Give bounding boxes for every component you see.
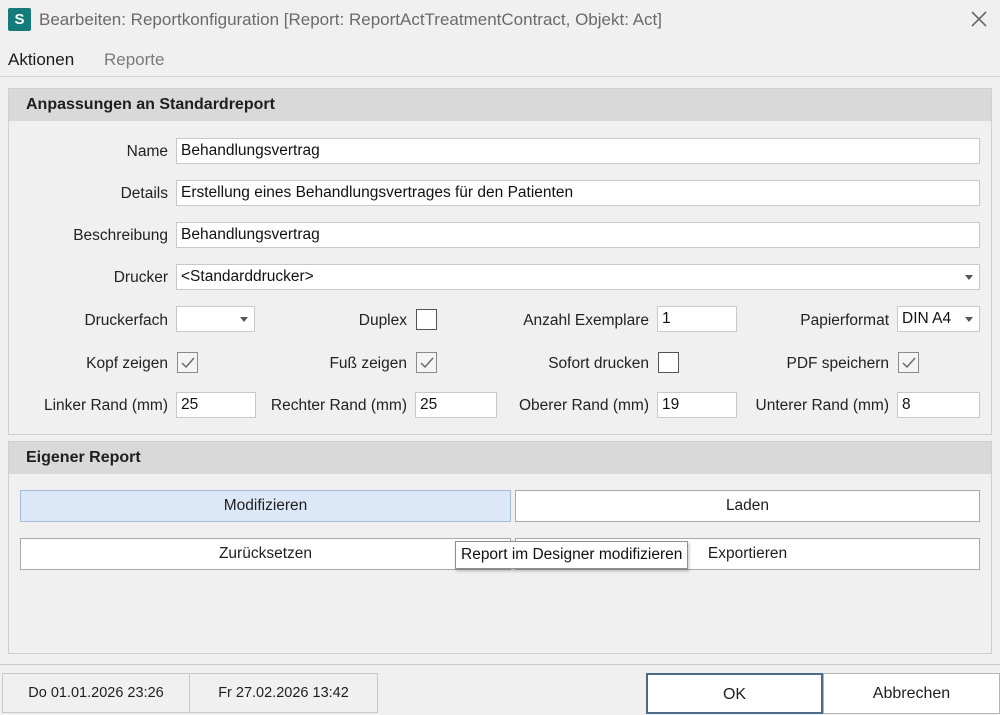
beschreibung-label: Beschreibung: [73, 227, 168, 244]
papierformat-label: Papierformat: [800, 312, 889, 329]
drucker-select[interactable]: <Standarddrucker>: [176, 264, 980, 290]
checkmark-icon: [902, 357, 916, 369]
unterer-rand-field[interactable]: 8: [897, 392, 980, 418]
checkmark-icon: [420, 357, 434, 369]
beschreibung-field[interactable]: Behandlungsvertrag: [176, 222, 980, 248]
oberer-rand-field[interactable]: 19: [657, 392, 737, 418]
pdf-checkbox[interactable]: [898, 352, 919, 373]
druckerfach-select[interactable]: [176, 306, 255, 332]
rechter-rand-field[interactable]: 25: [415, 392, 497, 418]
created-timestamp: Do 01.01.2026 23:26: [2, 673, 190, 713]
duplex-label: Duplex: [358, 312, 407, 329]
window-title: Bearbeiten: Reportkonfiguration [Report:…: [39, 10, 663, 29]
menu-bar: Aktionen Reporte: [0, 44, 1000, 76]
modify-button[interactable]: Modifizieren: [20, 490, 511, 522]
unterer-rand-label: Unterer Rand (mm): [755, 397, 890, 414]
fuss-checkbox[interactable]: [416, 352, 437, 373]
title-bar: S Bearbeiten: Reportkonfiguration [Repor…: [0, 0, 1000, 40]
sofort-checkbox[interactable]: [658, 352, 679, 373]
reset-button[interactable]: Zurücksetzen: [20, 538, 511, 570]
kopf-label: Kopf zeigen: [86, 355, 168, 372]
modified-timestamp: Fr 27.02.2026 13:42: [189, 673, 378, 713]
cancel-button[interactable]: Abbrechen: [823, 673, 1000, 714]
kopf-checkbox[interactable]: [177, 352, 198, 373]
anzahl-label: Anzahl Exemplare: [523, 312, 649, 329]
name-label: Name: [126, 143, 168, 160]
druckerfach-label: Druckerfach: [84, 312, 168, 329]
linker-rand-label: Linker Rand (mm): [43, 397, 168, 414]
ok-button[interactable]: OK: [646, 673, 823, 714]
name-field[interactable]: Behandlungsvertrag: [176, 138, 980, 164]
details-field[interactable]: Erstellung eines Behandlungsvertrages fü…: [176, 180, 980, 206]
app-logo-icon: S: [8, 8, 31, 31]
sofort-label: Sofort drucken: [548, 355, 649, 372]
rechter-rand-label: Rechter Rand (mm): [270, 397, 407, 414]
duplex-checkbox[interactable]: [416, 309, 437, 330]
details-label: Details: [120, 185, 168, 202]
chevron-down-icon: [240, 317, 248, 322]
section-header-standard: Anpassungen an Standardreport: [9, 89, 991, 121]
menu-divider: [0, 76, 1000, 77]
checkmark-icon: [181, 357, 195, 369]
section-header-own: Eigener Report: [9, 442, 991, 474]
drucker-select-value: <Standarddrucker>: [181, 268, 314, 285]
pdf-label: PDF speichern: [786, 355, 889, 372]
menu-reporte[interactable]: Reporte: [104, 50, 164, 70]
menu-aktionen[interactable]: Aktionen: [8, 50, 74, 70]
drucker-label: Drucker: [113, 269, 168, 286]
close-icon[interactable]: [968, 8, 990, 30]
linker-rand-field[interactable]: 25: [176, 392, 256, 418]
oberer-rand-label: Oberer Rand (mm): [518, 397, 649, 414]
chevron-down-icon: [965, 275, 973, 280]
anzahl-field[interactable]: 1: [657, 306, 737, 332]
modify-tooltip: Report im Designer modifizieren: [455, 541, 689, 569]
status-divider: [0, 664, 1000, 665]
load-button[interactable]: Laden: [515, 490, 980, 522]
fuss-label: Fuß zeigen: [329, 355, 407, 372]
papierformat-select[interactable]: DIN A4: [897, 306, 980, 332]
papierformat-select-value: DIN A4: [902, 310, 952, 327]
chevron-down-icon: [965, 317, 973, 322]
